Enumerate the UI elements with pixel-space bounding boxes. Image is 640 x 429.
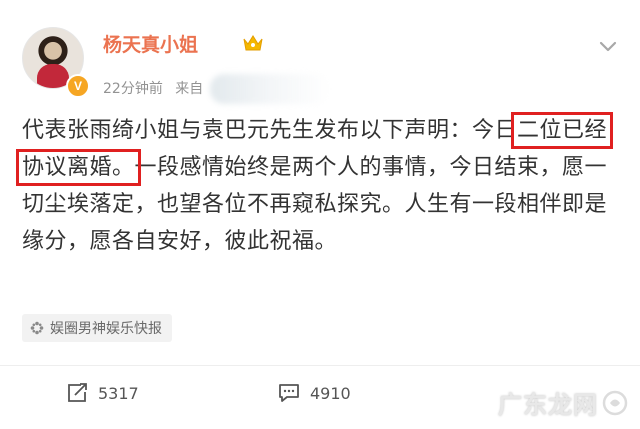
post-meta: 22分钟前 来自	[103, 74, 330, 104]
watermark-text: 广东龙网	[498, 391, 598, 419]
post-text-intro: 代表张雨绮小姐与袁巴元先生发布以下声明：今日	[22, 118, 518, 143]
post-text: 代表张雨绮小姐与袁巴元先生发布以下声明：今日二位已经协议离婚。一段感情始终是两个…	[15, 112, 626, 260]
topic-label: 娱圈男神娱乐快报	[50, 321, 162, 337]
repost-count: 5317	[98, 383, 139, 403]
blurred-source	[209, 74, 330, 104]
weibo-post-card: V 杨天真小姐 22分钟前 来自 代表张雨绮小姐与袁巴元先生发布以下声明：今日二…	[0, 0, 640, 429]
comment-button[interactable]: 4910	[278, 383, 351, 403]
comment-icon	[279, 384, 299, 402]
author-name[interactable]: 杨天真小姐	[103, 30, 198, 57]
post-time[interactable]: 22分钟前	[103, 81, 163, 97]
post-source: 来自	[175, 81, 204, 97]
site-watermark: 广东龙网	[498, 385, 628, 420]
crown-icon	[243, 35, 263, 51]
topic-icon	[30, 321, 44, 335]
avatar-figure	[37, 64, 69, 88]
topic-chip[interactable]: 娱圈男神娱乐快报	[22, 314, 172, 342]
repost-icon	[68, 383, 87, 402]
comment-count: 4910	[310, 383, 351, 403]
chevron-down-icon[interactable]	[598, 40, 618, 54]
watermark-logo-icon	[602, 390, 628, 415]
repost-button[interactable]: 5317	[66, 383, 139, 403]
divider	[0, 365, 640, 366]
verified-badge: V	[66, 74, 90, 98]
